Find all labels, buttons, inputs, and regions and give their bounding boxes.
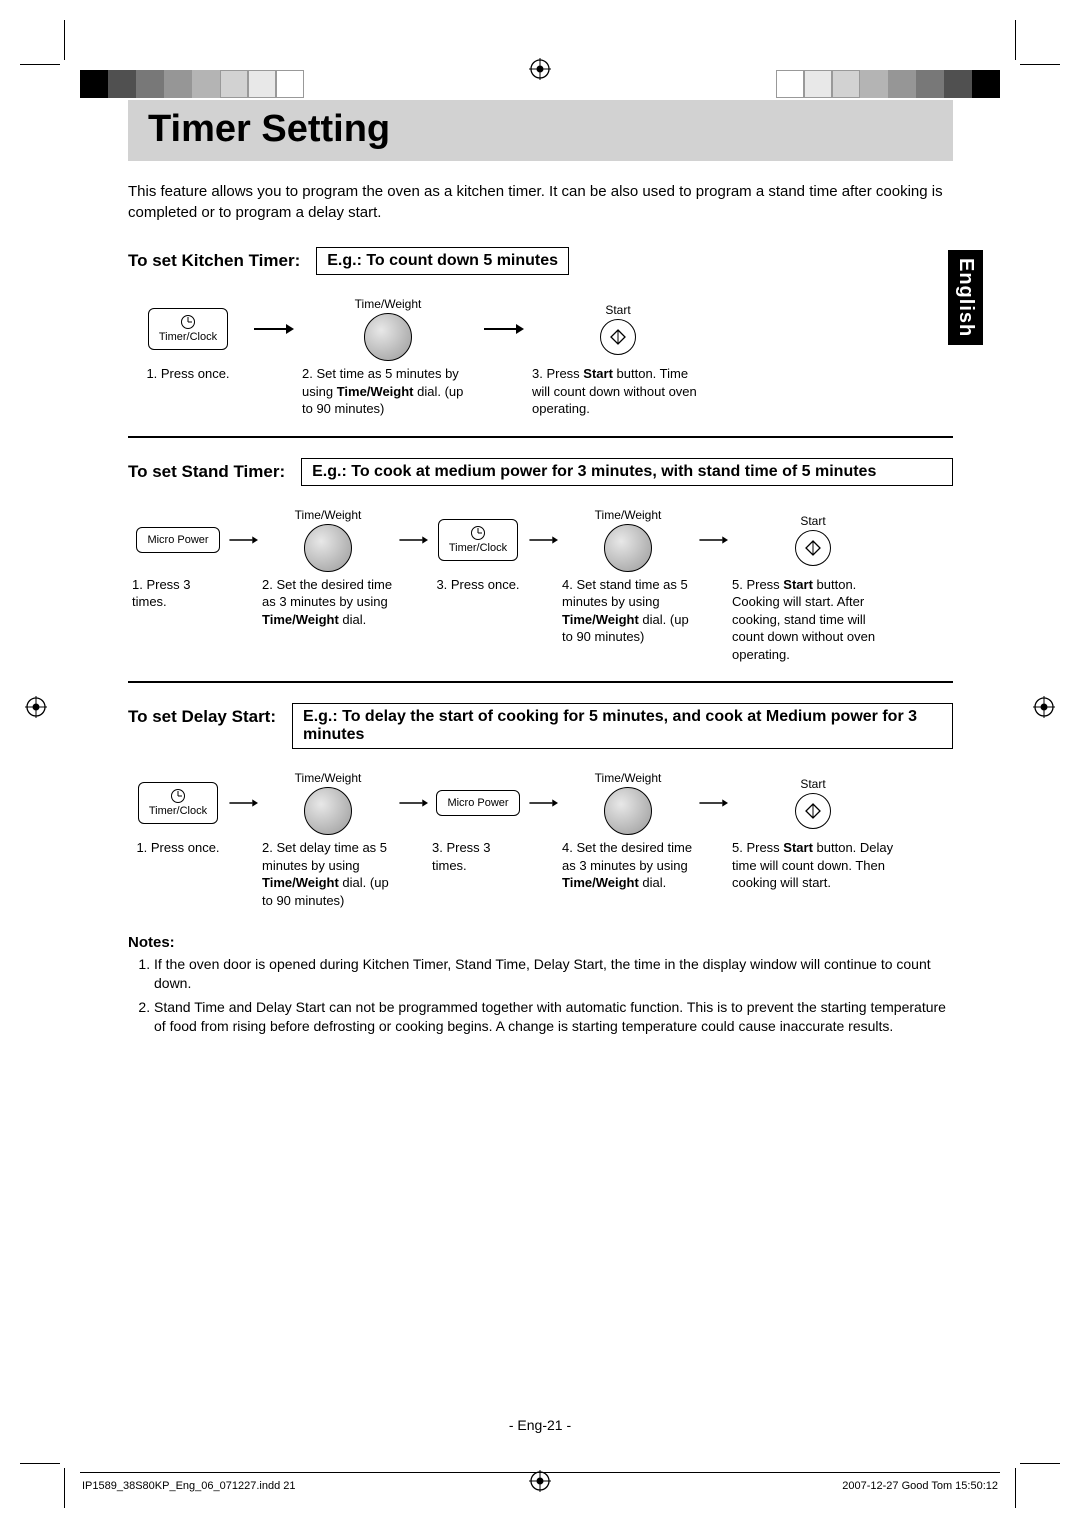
step-caption: 3. Press once. bbox=[432, 576, 523, 594]
dial-label: Time/Weight bbox=[295, 771, 362, 785]
step-caption: 3. Press Start button. Time will count d… bbox=[528, 365, 708, 418]
arrow-icon bbox=[478, 293, 528, 365]
dial-label: Time/Weight bbox=[595, 771, 662, 785]
start-button-icon bbox=[795, 530, 831, 566]
time-weight-dial bbox=[604, 524, 652, 572]
delay-steps: Timer/Clock 1. Press once. Time/Weight 2… bbox=[128, 767, 953, 909]
arrow-icon bbox=[398, 504, 428, 576]
color-bar bbox=[80, 70, 304, 98]
note-item: Stand Time and Delay Start can not be pr… bbox=[154, 998, 953, 1037]
timer-clock-button: Timer/Clock bbox=[138, 782, 218, 824]
micro-power-button: Micro Power bbox=[136, 527, 219, 553]
time-weight-dial bbox=[304, 524, 352, 572]
micro-power-label: Micro Power bbox=[447, 797, 508, 809]
divider bbox=[128, 681, 953, 683]
step-caption: 5. Press Start button. Delay time will c… bbox=[728, 839, 898, 892]
clock-icon bbox=[171, 789, 185, 803]
start-button-icon bbox=[600, 319, 636, 355]
footer-timestamp: 2007-12-27 Good Tom 15:50:12 bbox=[842, 1480, 998, 1492]
stand-steps: Micro Power 1. Press 3 times. Time/Weigh… bbox=[128, 504, 953, 664]
title-bar: Timer Setting bbox=[128, 100, 953, 161]
time-weight-dial bbox=[304, 787, 352, 835]
step-caption: 1. Press 3 times. bbox=[128, 576, 228, 611]
intro-text: This feature allows you to program the o… bbox=[128, 181, 953, 223]
start-button-icon bbox=[795, 793, 831, 829]
page-number: - Eng-21 - bbox=[0, 1417, 1080, 1433]
color-bar bbox=[776, 70, 1000, 98]
timer-clock-label: Timer/Clock bbox=[149, 805, 207, 817]
page-content: Timer Setting This feature allows you to… bbox=[128, 100, 953, 1041]
notes-block: Notes: If the oven door is opened during… bbox=[128, 934, 953, 1037]
kitchen-label: To set Kitchen Timer: bbox=[128, 247, 300, 275]
start-label: Start bbox=[605, 303, 630, 317]
step-caption: 2. Set time as 5 minutes by using Time/W… bbox=[298, 365, 478, 418]
page-title: Timer Setting bbox=[148, 108, 933, 151]
start-label: Start bbox=[800, 777, 825, 791]
registration-mark-icon bbox=[529, 58, 551, 80]
step-caption: 4. Set the desired time as 3 minutes by … bbox=[558, 839, 698, 892]
time-weight-dial bbox=[604, 787, 652, 835]
timer-clock-label: Timer/Clock bbox=[449, 542, 507, 554]
step-caption: 3. Press 3 times. bbox=[428, 839, 528, 874]
arrow-icon bbox=[228, 504, 258, 576]
step-caption: 2. Set delay time as 5 minutes by using … bbox=[258, 839, 398, 909]
start-label: Start bbox=[800, 514, 825, 528]
registration-mark-icon bbox=[529, 1470, 551, 1492]
divider bbox=[128, 436, 953, 438]
language-tab: English bbox=[948, 250, 983, 345]
arrow-icon bbox=[398, 767, 428, 839]
dial-label: Time/Weight bbox=[355, 297, 422, 311]
timer-clock-label: Timer/Clock bbox=[159, 331, 217, 343]
notes-title: Notes: bbox=[128, 934, 953, 951]
dial-label: Time/Weight bbox=[595, 508, 662, 522]
delay-header: To set Delay Start: E.g.: To delay the s… bbox=[128, 703, 953, 749]
arrow-icon bbox=[528, 504, 558, 576]
arrow-icon bbox=[228, 767, 258, 839]
registration-mark-icon bbox=[1033, 696, 1055, 718]
kitchen-steps: Timer/Clock 1. Press once. Time/Weight 2… bbox=[128, 293, 953, 418]
time-weight-dial bbox=[364, 313, 412, 361]
step-caption: 4. Set stand time as 5 minutes by using … bbox=[558, 576, 698, 646]
registration-mark-icon bbox=[25, 696, 47, 718]
timer-clock-button: Timer/Clock bbox=[148, 308, 228, 350]
arrow-icon bbox=[248, 293, 298, 365]
note-item: If the oven door is opened during Kitche… bbox=[154, 955, 953, 994]
stand-label: To set Stand Timer: bbox=[128, 458, 285, 486]
stand-header: To set Stand Timer: E.g.: To cook at med… bbox=[128, 458, 953, 486]
footer-line bbox=[80, 1472, 1000, 1473]
step-caption: 1. Press once. bbox=[132, 839, 223, 857]
micro-power-label: Micro Power bbox=[147, 534, 208, 546]
step-caption: 1. Press once. bbox=[142, 365, 233, 383]
step-caption: 2. Set the desired time as 3 minutes by … bbox=[258, 576, 398, 629]
delay-label: To set Delay Start: bbox=[128, 703, 276, 749]
kitchen-example: E.g.: To count down 5 minutes bbox=[316, 247, 569, 275]
micro-power-button: Micro Power bbox=[436, 790, 519, 816]
clock-icon bbox=[181, 315, 195, 329]
clock-icon bbox=[471, 526, 485, 540]
dial-label: Time/Weight bbox=[295, 508, 362, 522]
arrow-icon bbox=[528, 767, 558, 839]
footer-file: IP1589_38S80KP_Eng_06_071227.indd 21 bbox=[82, 1480, 295, 1492]
stand-example: E.g.: To cook at medium power for 3 minu… bbox=[301, 458, 953, 486]
arrow-icon bbox=[698, 504, 728, 576]
step-caption: 5. Press Start button. Cooking will star… bbox=[728, 576, 898, 664]
kitchen-header: To set Kitchen Timer: E.g.: To count dow… bbox=[128, 247, 953, 275]
delay-example: E.g.: To delay the start of cooking for … bbox=[292, 703, 953, 749]
notes-list: If the oven door is opened during Kitche… bbox=[128, 955, 953, 1037]
arrow-icon bbox=[698, 767, 728, 839]
timer-clock-button: Timer/Clock bbox=[438, 519, 518, 561]
